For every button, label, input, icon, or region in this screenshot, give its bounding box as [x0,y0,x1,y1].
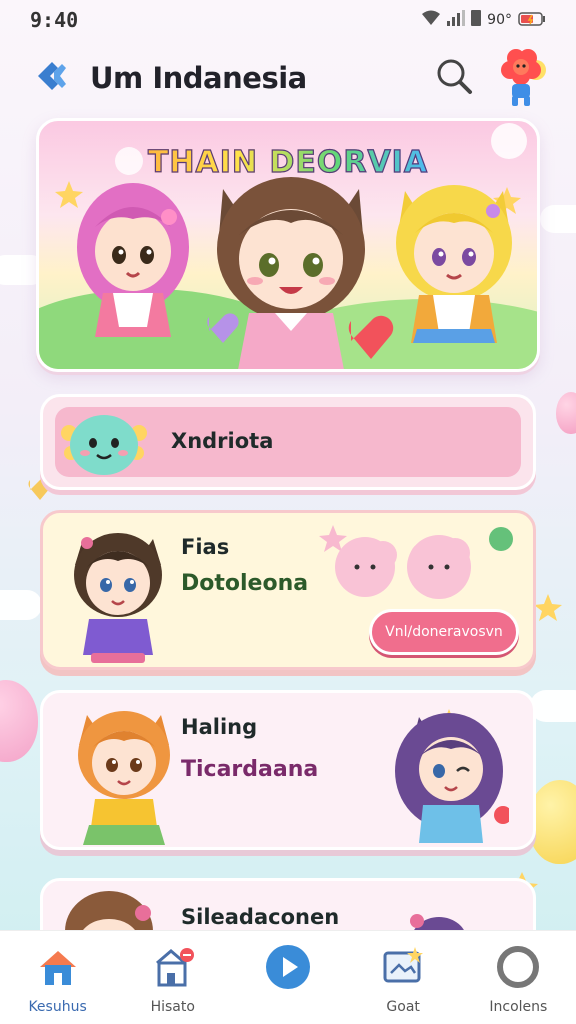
hero-banner[interactable]: THAIN DEORVIA [36,118,540,372]
nav-item-incolens[interactable]: Incolens [463,943,573,1015]
nav-label: Incolens [489,999,548,1015]
wifi-icon [421,10,441,30]
play-icon [264,943,312,991]
green-blob-mascot [57,403,151,487]
ring-icon [494,943,542,991]
status-icons: 90° [421,10,546,30]
nav-item-hisato[interactable]: Hisato [118,943,228,1015]
app-header: Um Indanesia [0,48,576,108]
back-arrow-icon [32,58,68,98]
status-time: 9:40 [30,8,79,32]
purple-hair-girl-character [379,701,512,851]
category-card-haling[interactable]: Haling Ticardaana [40,690,536,850]
card-subtitle: Ticardaana [181,757,319,782]
sparkle-card-icon [379,943,427,991]
pink-hair-character [73,177,193,351]
nav-item-goat[interactable]: Goat [348,943,458,1015]
search-button[interactable] [432,56,476,100]
network-text: 90° [487,12,512,28]
card-action-button[interactable]: Vnl/doneravosvn [369,609,519,655]
back-button[interactable] [30,58,70,98]
sim-icon [471,10,482,30]
card-label: Haling [181,715,258,739]
bottom-navigation: Kesuhus Hisato Goat Incolens [0,930,576,1024]
category-card-xndriota[interactable]: Xndriota [40,394,536,490]
card-label: Fias [181,535,230,559]
card-label: Sileadaconen [181,905,340,929]
blonde-cat-girl [389,173,519,357]
category-card-fias[interactable]: Fias Dotoleona Vnl/doneravosvn [40,510,536,670]
home-icon [34,943,82,991]
mascot-avatar[interactable] [494,48,552,108]
search-icon [435,57,473,99]
nav-item-play[interactable] [233,943,343,999]
card-subtitle: Dotoleona [181,571,309,596]
card-label: Xndriota [171,429,274,453]
brown-hair-boy-character [63,519,173,669]
signal-icon [447,10,466,30]
nav-label: Kesuhus [28,999,87,1015]
pink-puff-characters [319,525,513,599]
store-icon [149,943,197,991]
battery-icon [518,11,546,30]
status-bar: 9:40 90° [0,0,576,40]
nav-label: Goat [386,999,420,1015]
flower-mascot-icon [494,49,552,112]
nav-item-kesuhus[interactable]: Kesuhus [3,943,113,1015]
orange-cat-girl-character [69,699,179,853]
brown-hair-cat-girl [203,165,379,369]
nav-label: Hisato [150,999,195,1015]
app-title: Um Indanesia [90,61,307,95]
